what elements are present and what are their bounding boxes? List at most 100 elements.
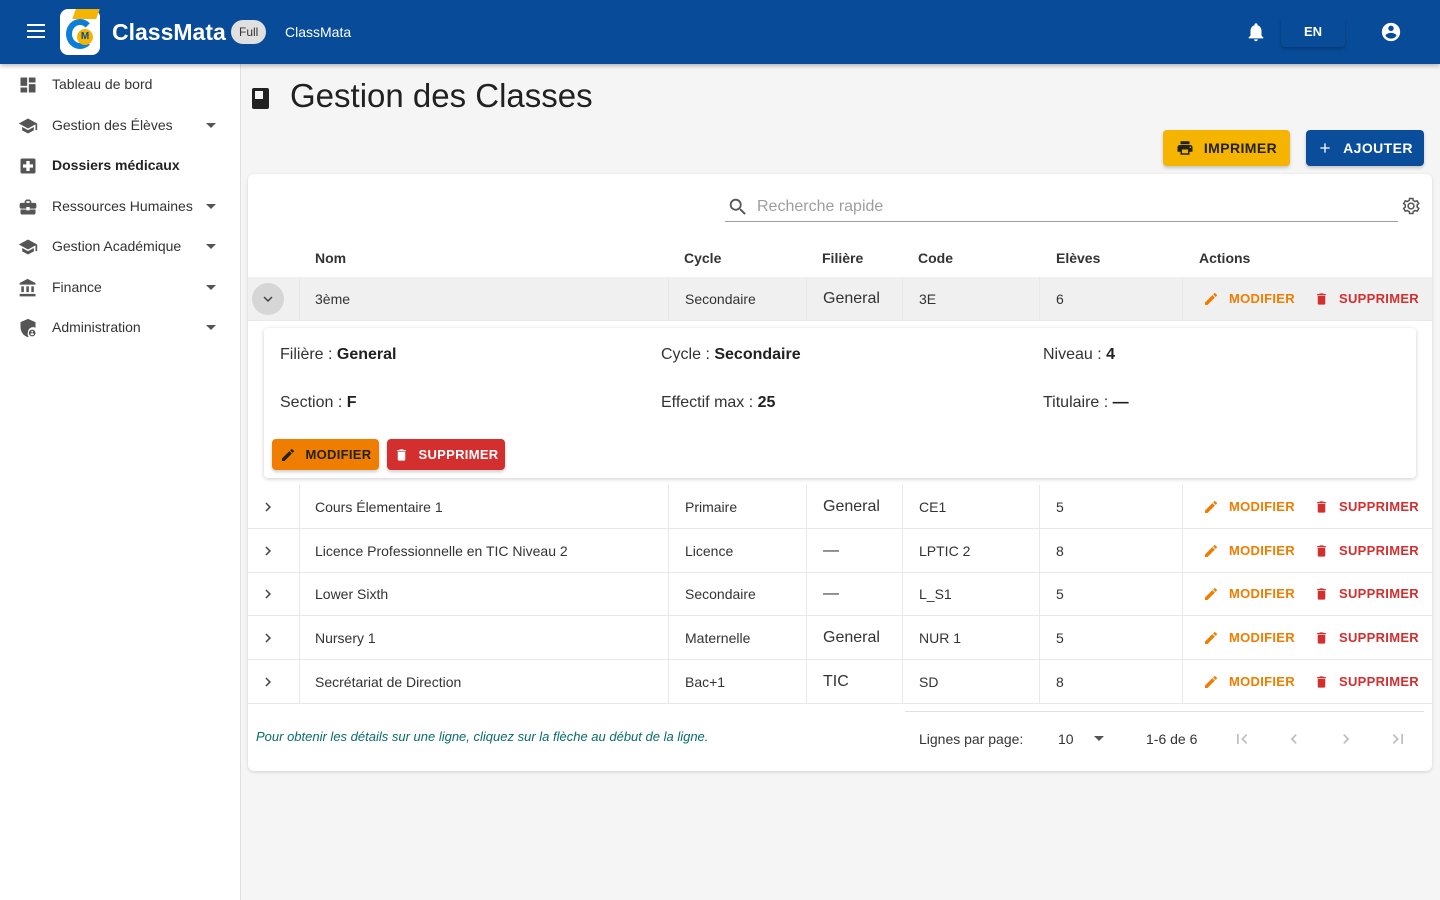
row-details-hint: Pour obtenir les détails sur une ligne, … <box>256 729 709 744</box>
column-header-actions: Actions <box>1199 250 1251 266</box>
column-header-nom[interactable]: Nom <box>315 250 346 266</box>
last-page-icon[interactable] <box>1386 727 1410 751</box>
column-header-cycle[interactable]: Cycle <box>684 250 721 266</box>
column-header-code[interactable]: Code <box>918 250 953 266</box>
sidebar-item-gestion-academique[interactable]: Gestion Académique <box>0 226 240 267</box>
cell-code: NUR 1 <box>919 629 962 646</box>
search-icon <box>729 198 746 215</box>
chevron-right-icon <box>265 546 271 556</box>
cell-eleves: 6 <box>1056 290 1064 307</box>
delete-button[interactable]: SUPPRIMER <box>1314 572 1419 615</box>
cell-cycle: Primaire <box>685 498 738 515</box>
delete-button[interactable]: SUPPRIMER <box>1314 277 1419 320</box>
search-input[interactable] <box>757 195 1377 219</box>
page-title: Gestion des Classes <box>290 77 593 114</box>
chevron-down-icon <box>206 122 216 128</box>
previous-page-icon[interactable] <box>1282 727 1306 751</box>
trash-icon <box>1317 587 1326 600</box>
dashboard-icon <box>20 77 36 93</box>
brand-name: ClassMata <box>112 19 226 45</box>
sidebar-item-tableau-de-bord[interactable]: Tableau de bord <box>0 64 240 105</box>
sidebar-item-gestion-eleves[interactable]: Gestion des Élèves <box>0 105 240 146</box>
chevron-down-icon <box>206 284 216 290</box>
expand-row-button[interactable] <box>252 622 284 654</box>
expand-row-button[interactable] <box>252 578 284 610</box>
modify-button[interactable]: MODIFIER <box>1203 660 1295 703</box>
rows-per-page-select[interactable]: 10 <box>1058 731 1074 747</box>
sidebar-item-administration[interactable]: Administration <box>0 307 240 348</box>
top-app-bar: M ClassMata Full ClassMata EN <box>0 0 1440 64</box>
cell-nom: Nursery 1 <box>315 629 376 646</box>
trash-icon <box>1317 292 1326 305</box>
modify-button[interactable]: MODIFIER <box>1203 529 1295 572</box>
language-button[interactable]: EN <box>1281 17 1345 47</box>
sidebar-item-dossiers-medicaux[interactable]: Dossiers médicaux <box>0 145 240 186</box>
delete-button[interactable]: SUPPRIMER <box>1314 529 1419 572</box>
detail-delete-button[interactable]: SUPPRIMER <box>387 439 505 470</box>
trash-icon <box>1317 675 1326 688</box>
school-icon <box>18 118 38 133</box>
expand-row-button[interactable] <box>252 666 284 698</box>
chevron-down-icon[interactable] <box>1094 736 1104 741</box>
next-page-icon[interactable] <box>1334 727 1358 751</box>
cell-nom: 3ème <box>315 290 351 307</box>
cell-eleves: 8 <box>1056 673 1064 690</box>
trash-icon <box>396 448 406 461</box>
chevron-down-icon <box>263 296 273 302</box>
cell-nom: Lower Sixth <box>315 585 389 602</box>
table-row: Lower Sixth Secondaire — L_S1 5 MODIFIER… <box>248 572 1432 616</box>
sidebar-item-label: Tableau de bord <box>52 76 153 93</box>
sidebar-item-label: Finance <box>52 278 102 295</box>
delete-button[interactable]: SUPPRIMER <box>1314 660 1419 703</box>
detail-modify-button[interactable]: MODIFIER <box>272 439 379 470</box>
modify-button[interactable]: MODIFIER <box>1203 485 1295 528</box>
sidebar-item-ressources-humaines[interactable]: Ressources Humaines <box>0 186 240 227</box>
detail-filiere: Filière : General <box>280 346 397 363</box>
table-row: Secrétariat de Direction Bac+1 TIC SD 8 … <box>248 660 1432 704</box>
sidebar-item-finance[interactable]: Finance <box>0 267 240 308</box>
cell-code: SD <box>919 673 939 690</box>
print-button[interactable]: IMPRIMER <box>1163 130 1290 166</box>
detail-effectif-max: Effectif max : 25 <box>661 394 776 411</box>
medical-icon <box>20 158 36 174</box>
pencil-icon <box>1205 587 1218 600</box>
pencil-icon <box>1205 631 1218 644</box>
delete-button[interactable]: SUPPRIMER <box>1314 485 1419 528</box>
cell-eleves: 5 <box>1056 585 1064 602</box>
account-circle-icon[interactable] <box>1380 21 1402 43</box>
cell-nom: Licence Professionnelle en TIC Niveau 2 <box>315 542 568 559</box>
pencil-icon <box>1205 544 1218 557</box>
modify-button[interactable]: MODIFIER <box>1203 572 1295 615</box>
sidebar-item-label: Ressources Humaines <box>52 197 193 214</box>
cell-cycle: Bac+1 <box>685 673 726 690</box>
table-row: Cours Élementaire 1 Primaire General CE1… <box>248 485 1432 529</box>
rows-per-page-label: Lignes par page: <box>919 731 1024 747</box>
cell-eleves: 8 <box>1056 542 1064 559</box>
trash-icon <box>1317 544 1326 557</box>
notification-bell-icon[interactable] <box>1245 21 1267 43</box>
column-header-eleves[interactable]: Elèves <box>1056 250 1100 266</box>
chevron-right-icon <box>265 502 271 512</box>
first-page-icon[interactable] <box>1230 727 1254 751</box>
detail-cycle: Cycle : Secondaire <box>661 346 801 363</box>
table-row: Nursery 1 Maternelle General NUR 1 5 MOD… <box>248 616 1432 660</box>
delete-button[interactable]: SUPPRIMER <box>1314 616 1419 659</box>
chevron-down-icon <box>206 203 216 209</box>
expand-row-button[interactable] <box>252 491 284 523</box>
settings-gear-icon[interactable] <box>1401 196 1421 216</box>
expand-row-button[interactable] <box>252 535 284 567</box>
collapse-row-button[interactable] <box>252 283 284 315</box>
column-header-filiere[interactable]: Filière <box>822 250 863 266</box>
modify-button[interactable]: MODIFIER <box>1203 277 1295 320</box>
cell-eleves: 5 <box>1056 498 1064 515</box>
book-icon <box>252 88 269 109</box>
modify-button[interactable]: MODIFIER <box>1203 616 1295 659</box>
add-button[interactable]: AJOUTER <box>1306 130 1424 166</box>
cell-code: L_S1 <box>919 585 952 602</box>
menu-icon[interactable] <box>22 20 50 44</box>
classmata-logo: M <box>60 9 100 55</box>
cell-nom: Secrétariat de Direction <box>315 673 462 690</box>
bank-icon <box>19 278 36 296</box>
cell-filiere: TIC <box>823 672 849 690</box>
table-row: Licence Professionnelle en TIC Niveau 2 … <box>248 529 1432 573</box>
